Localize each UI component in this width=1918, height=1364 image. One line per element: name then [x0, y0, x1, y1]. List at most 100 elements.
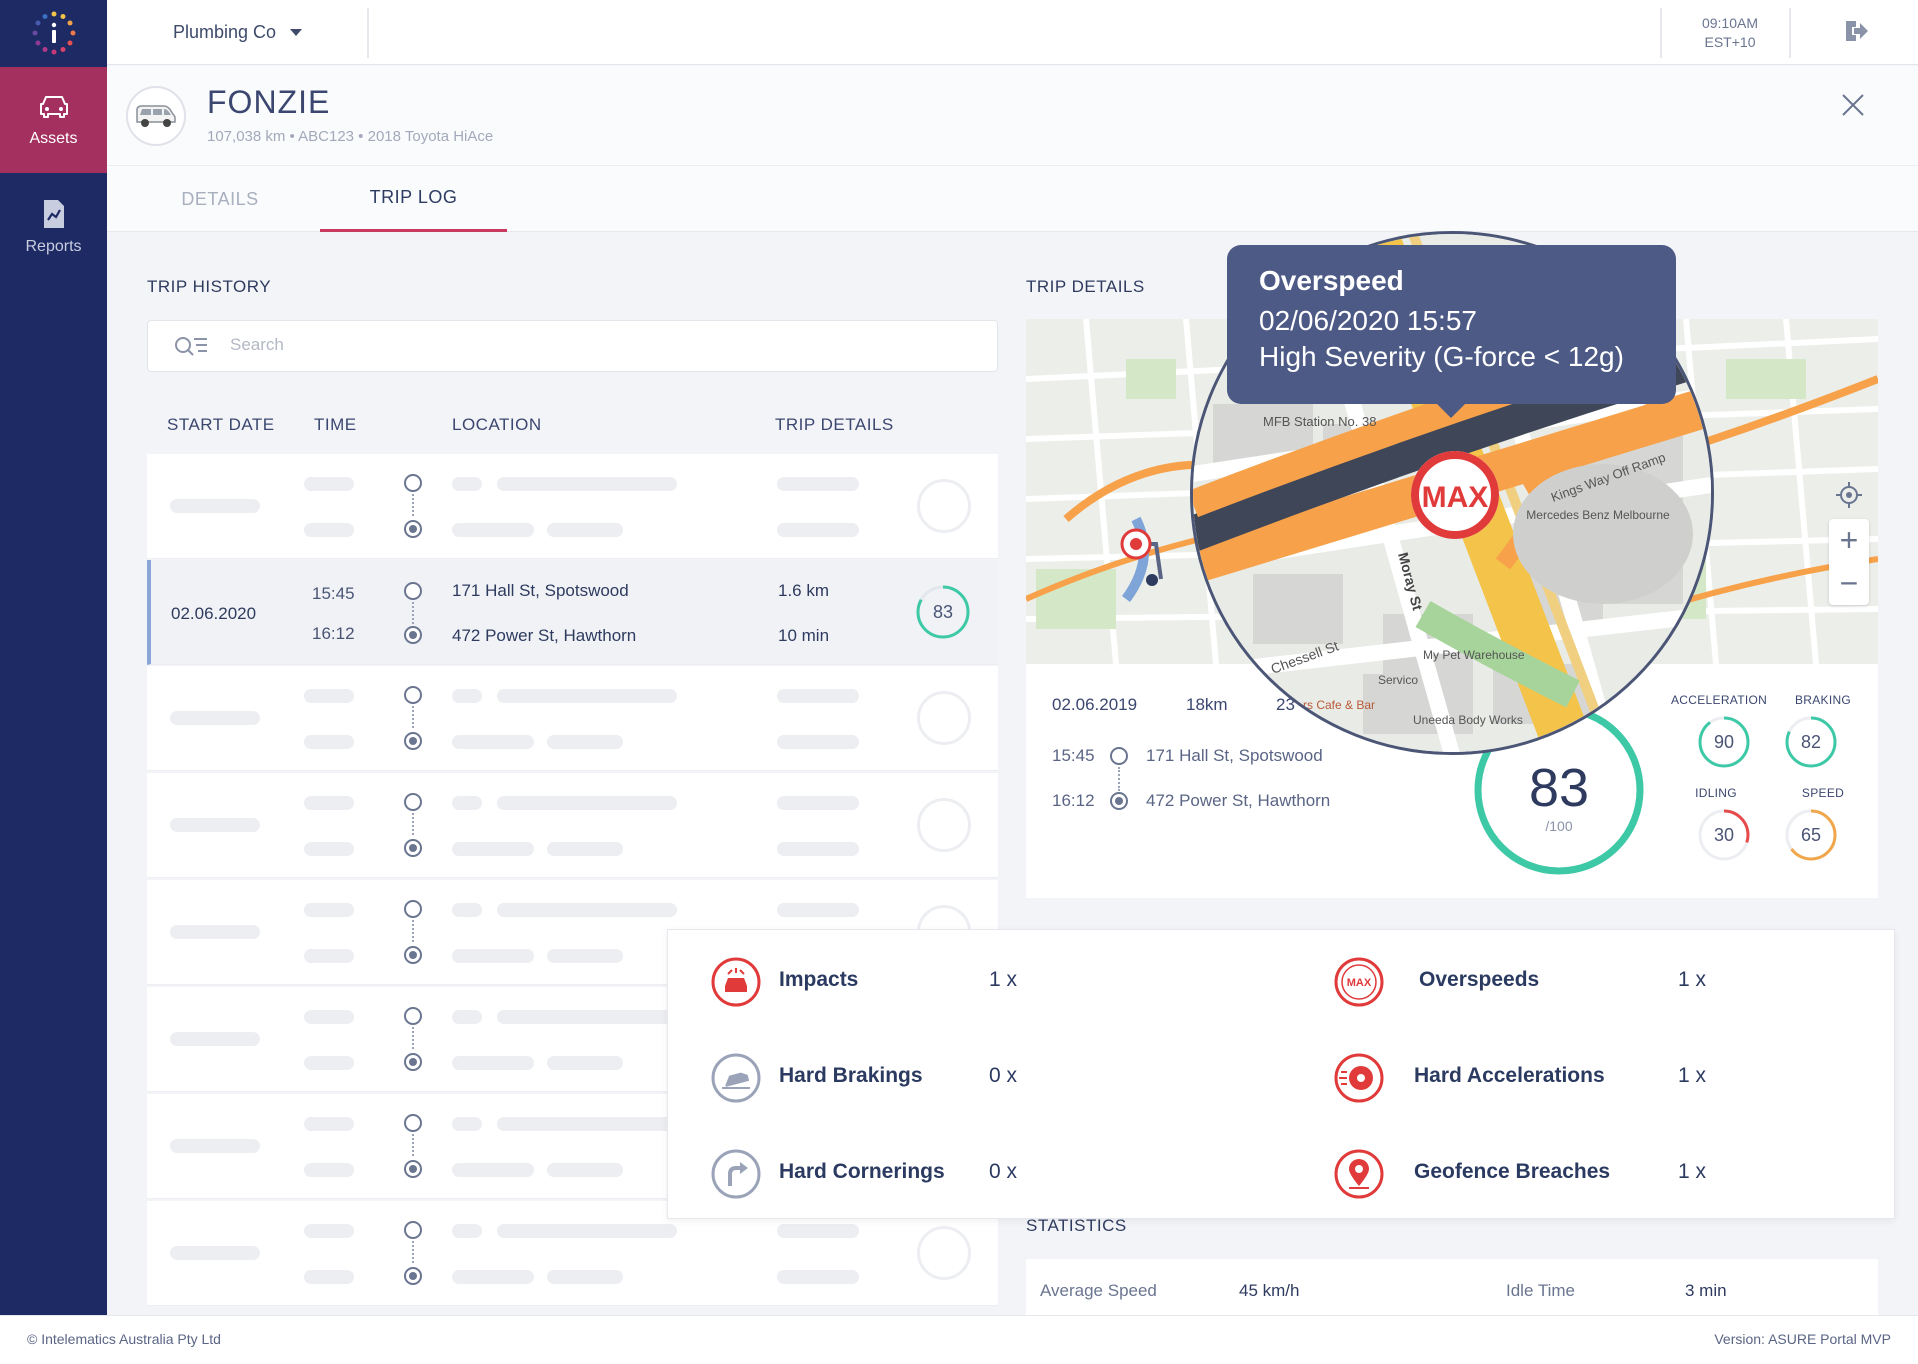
overall-score: 83 — [1529, 758, 1589, 818]
divider — [1789, 8, 1791, 58]
company-name: Plumbing Co — [173, 22, 277, 42]
skeleton — [547, 523, 623, 537]
asset-subtitle: 107,038 km • ABC123 • 2018 Toyota HiAce — [207, 128, 494, 145]
start-node-icon — [404, 474, 422, 492]
trip-start-time: 15:45 — [312, 584, 355, 603]
event-count-hard-accelerations: 1 x — [1678, 1064, 1707, 1087]
details-end-time: 16:12 — [1052, 791, 1095, 810]
events-panel: Impacts 1 x MAX Overspeeds 1 x Hard Brak… — [667, 929, 1895, 1219]
metric-value-braking: 82 — [1801, 732, 1821, 752]
divider — [1660, 8, 1662, 58]
zoom-in-button[interactable]: + — [1829, 519, 1869, 562]
event-label-overspeeds: Overspeeds — [1419, 968, 1540, 991]
close-button[interactable] — [1840, 92, 1866, 123]
clock: 09:10AM EST+10 — [1670, 14, 1790, 52]
event-label-geofence-breaches: Geofence Breaches — [1414, 1160, 1611, 1183]
table-row-placeholder[interactable] — [147, 666, 998, 771]
search-box[interactable] — [147, 320, 998, 372]
zoom-out-button[interactable]: − — [1829, 562, 1869, 605]
column-header-trip-details[interactable]: TRIP DETAILS — [775, 415, 894, 435]
skeleton — [452, 477, 482, 491]
column-header-location[interactable]: LOCATION — [452, 415, 542, 435]
skeleton — [777, 735, 859, 749]
footer: © Intelematics Australia Pty Ltd Version… — [0, 1315, 1918, 1364]
max-speed-icon: MAX — [1334, 957, 1384, 1007]
skeleton — [497, 796, 677, 810]
column-header-time[interactable]: TIME — [314, 415, 357, 435]
sidebar-item-label: Assets — [29, 130, 78, 147]
tab-trip-log[interactable]: TRIP LOG — [320, 166, 507, 232]
skeleton — [304, 1117, 354, 1131]
route-line — [412, 706, 414, 728]
skeleton — [777, 1270, 859, 1284]
close-icon — [1842, 94, 1864, 116]
skeleton — [497, 689, 677, 703]
skeleton — [452, 1270, 534, 1284]
sidebar-item-assets[interactable]: Assets — [0, 67, 107, 173]
table-row-selected[interactable]: 02.06.2020 15:45 16:12 171 Hall St, Spot… — [147, 560, 998, 665]
locate-button[interactable] — [1829, 475, 1869, 515]
locate-icon — [1836, 482, 1862, 508]
trip-history-title: TRIP HISTORY — [147, 277, 272, 296]
skeleton — [497, 1010, 677, 1024]
sidebar-item-reports[interactable]: Reports — [0, 174, 107, 280]
company-selector[interactable]: Plumbing Co — [173, 0, 303, 65]
search-filter-icon — [175, 337, 207, 356]
skeleton — [304, 1010, 354, 1024]
start-node-icon — [404, 1221, 422, 1239]
end-node-icon — [404, 1267, 422, 1285]
table-row-placeholder[interactable] — [147, 773, 998, 878]
corner-icon — [711, 1149, 761, 1199]
details-distance: 18km — [1186, 695, 1228, 714]
metric-label-idling: IDLING — [1695, 786, 1737, 800]
skeleton — [452, 735, 534, 749]
logout-button[interactable] — [1842, 18, 1870, 49]
trip-to: 472 Power St, Hawthorn — [452, 626, 637, 645]
skeleton — [777, 1224, 859, 1238]
skeleton — [304, 1224, 354, 1238]
skeleton — [304, 1270, 354, 1284]
top-bar: Plumbing Co 09:10AM EST+10 — [107, 0, 1918, 65]
start-node-icon — [1110, 747, 1128, 765]
statistics-card: Average Speed 45 km/h Idle Time 3 min — [1026, 1259, 1878, 1315]
table-row-placeholder[interactable] — [147, 454, 998, 559]
zoom-controls: + − — [1829, 519, 1869, 605]
skeleton — [452, 796, 482, 810]
skeleton — [452, 1224, 482, 1238]
route-line — [412, 602, 414, 624]
skeleton — [452, 1056, 534, 1070]
metric-value-acceleration: 90 — [1714, 732, 1734, 752]
tooltip-datetime: 02/06/2020 15:57 — [1259, 305, 1477, 336]
skeleton — [304, 735, 354, 749]
skeleton — [304, 796, 354, 810]
brake-icon — [711, 1053, 761, 1103]
metric-label-speed: SPEED — [1801, 786, 1845, 800]
trip-distance: 1.6 km — [778, 581, 830, 600]
skeleton — [777, 842, 859, 856]
skeleton — [304, 949, 354, 963]
tab-details[interactable]: DETAILS — [167, 166, 273, 232]
metric-ring-acceleration: 90 — [1698, 716, 1750, 768]
end-node-icon — [404, 1053, 422, 1071]
skeleton — [497, 477, 677, 491]
event-count-overspeeds: 1 x — [1678, 968, 1707, 991]
divider — [367, 8, 369, 58]
start-node-icon — [404, 900, 422, 918]
tooltip-title: Overspeed — [1259, 265, 1404, 296]
map-label-servico: Servico — [1378, 673, 1418, 687]
route-line — [412, 1027, 414, 1049]
metric-label-acceleration: ACCELERATION — [1671, 693, 1768, 707]
skeleton — [452, 903, 482, 917]
column-header-start-date[interactable]: START DATE — [167, 415, 275, 435]
search-input[interactable] — [230, 335, 930, 355]
start-node-icon — [404, 582, 422, 600]
map-label-mfb: MFB Station No. 38 — [1263, 414, 1376, 429]
skeleton — [170, 1032, 260, 1046]
vehicle-avatar — [126, 86, 186, 146]
brand-logo[interactable] — [0, 0, 107, 66]
route-line — [412, 1134, 414, 1156]
stat-label-idle-time: Idle Time — [1506, 1281, 1575, 1300]
skeleton — [304, 1056, 354, 1070]
footer-version: Version: ASURE Portal MVP — [1714, 1331, 1891, 1347]
score-ring-empty — [917, 798, 971, 852]
